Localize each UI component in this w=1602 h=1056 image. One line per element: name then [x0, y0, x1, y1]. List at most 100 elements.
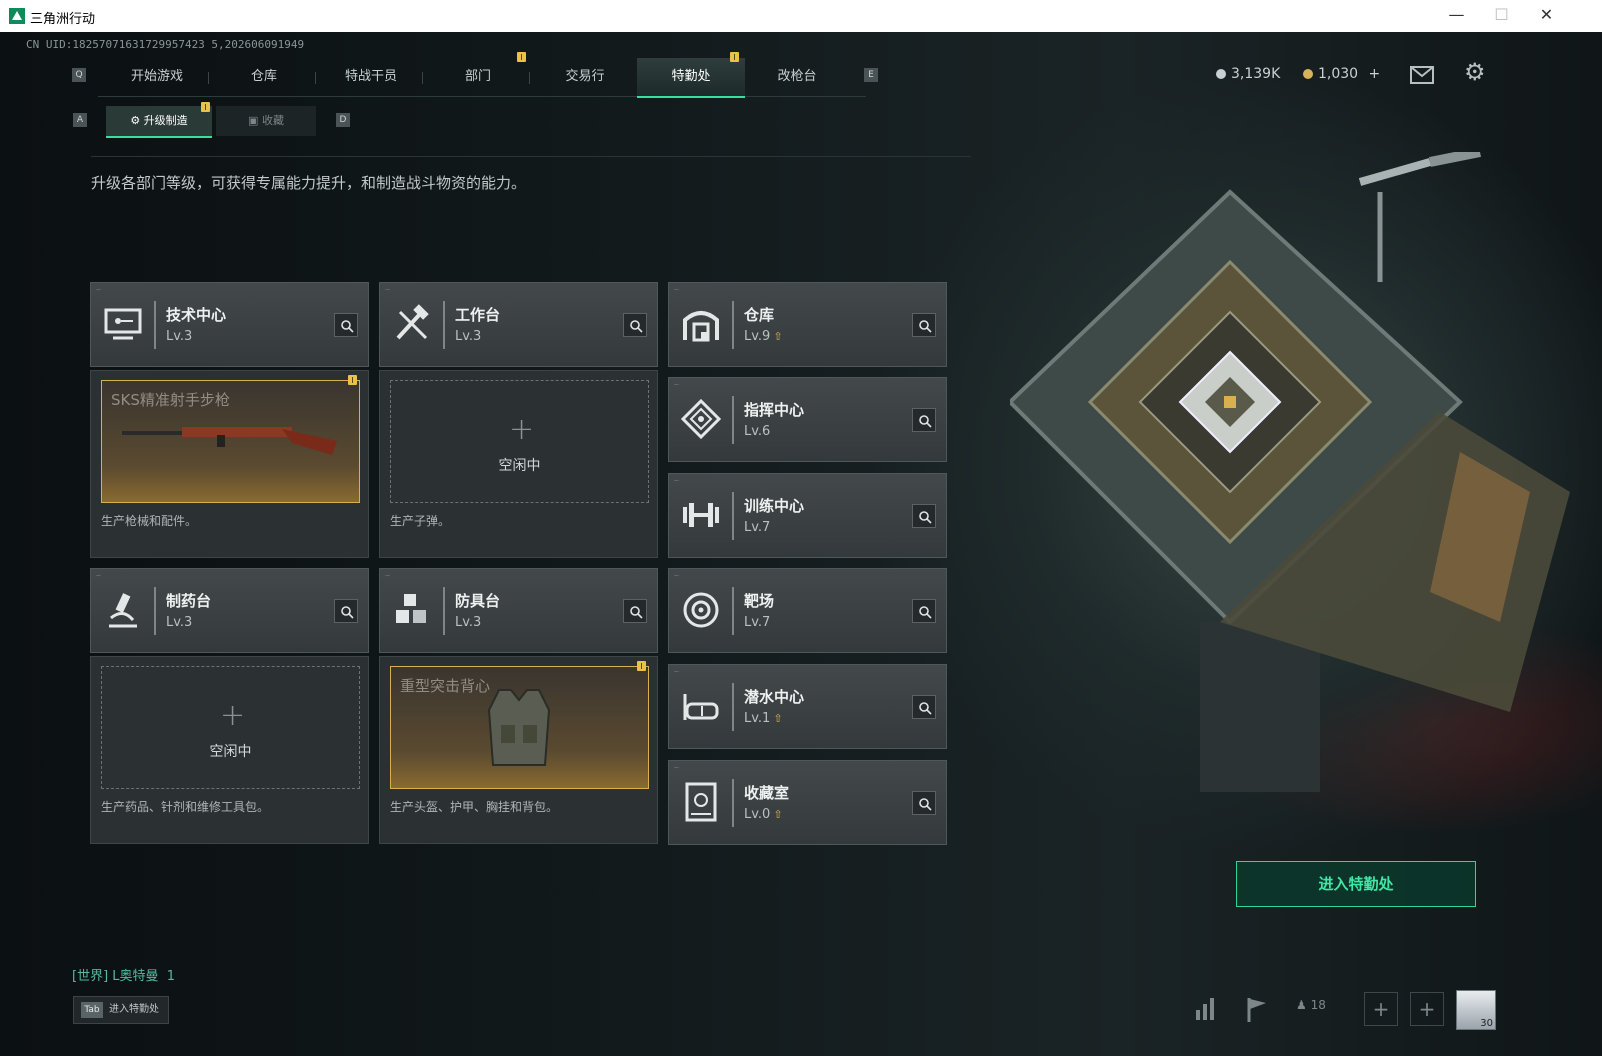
subtab-upgrade-craft[interactable]: ⚙ 升级制造 — [106, 106, 212, 138]
production-slot-busy[interactable]: 重型突击背心 — [390, 666, 649, 789]
search-button[interactable] — [623, 599, 647, 623]
tab-operators[interactable]: 特战干员 — [317, 58, 425, 96]
currency-display-1: 3,139K — [1216, 66, 1280, 82]
card-mini-label: — — [674, 478, 679, 484]
search-icon — [630, 606, 643, 619]
search-button[interactable] — [912, 504, 936, 528]
department-name: 训练中心 — [744, 497, 805, 515]
card-mini-label: — — [674, 382, 679, 388]
search-button[interactable] — [912, 408, 936, 432]
close-button[interactable]: ✕ — [1524, 0, 1569, 32]
search-button[interactable] — [912, 791, 936, 815]
department-name: 制药台 — [166, 592, 212, 610]
tab-trading[interactable]: 交易行 — [531, 58, 639, 96]
friends-button[interactable]: ♟ 18 — [1296, 998, 1326, 1012]
card-divider — [732, 396, 734, 444]
armor-boxes-icon — [396, 594, 426, 623]
stats-chart-icon[interactable] — [1188, 992, 1222, 1026]
production-slot-idle[interactable]: + 空闲中 — [390, 380, 649, 503]
tab-key-badge: Tab — [81, 1002, 103, 1018]
avatar[interactable]: 30 — [1456, 990, 1496, 1030]
idle-label: 空闲中 — [209, 744, 252, 760]
microscope-icon — [109, 593, 137, 628]
enter-hint[interactable]: Tab 进入特勤处 — [73, 996, 169, 1024]
search-icon — [341, 320, 354, 333]
department-level: Lv.1 ⇧ — [744, 711, 783, 726]
enter-special-ops-button[interactable]: 进入特勤处 — [1236, 861, 1476, 907]
upgrade-available-icon: ⇧ — [773, 330, 783, 343]
avatar-level: 30 — [1480, 1018, 1493, 1029]
nav-divider — [315, 72, 316, 84]
tab-gunsmith[interactable]: 改枪台 — [743, 58, 851, 96]
mail-icon[interactable] — [1410, 66, 1434, 84]
search-button[interactable] — [912, 695, 936, 719]
department-card-armor-bench[interactable]: — 防具台 Lv.3 — [379, 568, 658, 653]
department-notification-badge — [517, 52, 526, 62]
header-divider — [91, 156, 971, 157]
production-slot-busy[interactable]: SKS精准射手步枪 — [101, 380, 360, 503]
tab-special-ops[interactable]: 特勤处 — [637, 58, 745, 98]
department-level: Lv.3 — [166, 615, 192, 630]
department-name: 防具台 — [455, 592, 501, 610]
department-card-pharmacy[interactable]: — 制药台 Lv.3 — [90, 568, 369, 653]
search-button[interactable] — [912, 313, 936, 337]
tab-start-game[interactable]: 开始游戏 — [103, 58, 211, 96]
tab-warehouse[interactable]: 仓库 — [210, 58, 318, 96]
currency2-value: 1,030 — [1318, 66, 1359, 82]
department-level: Lv.0 ⇧ — [744, 807, 783, 822]
settings-gear-icon[interactable]: ⚙ — [1464, 58, 1486, 86]
department-card-training-center[interactable]: — 训练中心 Lv.7 — [668, 473, 947, 558]
department-name: 技术中心 — [166, 306, 227, 324]
subtab-collection[interactable]: ▣ 收藏 — [216, 106, 316, 136]
add-squad-slot-button[interactable]: + — [1410, 992, 1444, 1026]
department-card-warehouse[interactable]: — 仓库 Lv.9 ⇧ — [668, 282, 947, 367]
add-production-icon: + — [220, 698, 246, 733]
maximize-button[interactable]: ☐ — [1479, 0, 1524, 32]
department-level: Lv.6 — [744, 424, 770, 439]
search-button[interactable] — [912, 599, 936, 623]
upgrade-available-icon: ⇧ — [773, 712, 783, 725]
level-text: Lv.0 — [744, 807, 771, 822]
card-divider — [443, 587, 445, 635]
department-card-shooting-range[interactable]: — 靶场 Lv.7 — [668, 568, 947, 653]
production-panel-armor-bench: 重型突击背心 生产头盔、护甲、胸挂和背包。 — [379, 656, 658, 844]
minimize-button[interactable]: — — [1434, 0, 1479, 32]
department-card-diving-center[interactable]: — 潜水中心 Lv.1 ⇧ — [668, 664, 947, 749]
level-text: Lv.3 — [455, 329, 482, 344]
department-level: Lv.3 — [166, 329, 192, 344]
add-squad-slot-button[interactable]: + — [1364, 992, 1398, 1026]
department-level: Lv.3 — [455, 329, 481, 344]
chat-message: 1 — [166, 969, 175, 984]
chat-line: [世界] L奥特曼 1 — [72, 965, 175, 984]
department-card-collection-room[interactable]: — 收藏室 Lv.0 ⇧ — [668, 760, 947, 845]
friends-icon: ♟ — [1296, 998, 1307, 1012]
gold-coin-icon — [1303, 69, 1313, 79]
production-description: 生产药品、针剂和维修工具包。 — [101, 800, 270, 814]
monitor-icon — [104, 308, 142, 340]
game-viewport: CN UID:18257071631729957423 5,2026060919… — [0, 32, 1602, 1056]
search-button[interactable] — [334, 313, 358, 337]
search-button[interactable] — [334, 599, 358, 623]
tab-department[interactable]: 部门 — [424, 58, 532, 96]
dumbbell-icon — [683, 503, 719, 527]
nav-divider — [529, 72, 530, 84]
chat-user[interactable]: L奥特曼 — [112, 969, 158, 984]
chat-channel: [世界] — [72, 969, 109, 984]
add-currency-button[interactable]: + — [1369, 66, 1381, 82]
special-ops-cube-artwork — [1010, 152, 1570, 792]
subnav-key-right: D — [336, 113, 350, 127]
currency-display-2[interactable]: 1,030 + — [1303, 66, 1380, 82]
window-titlebar: 三角洲行动 — ☐ ✕ — [0, 0, 1602, 32]
production-panel-tech-center: SKS精准射手步枪 生产枪械和配件。 — [90, 370, 369, 558]
command-icon — [680, 398, 722, 440]
production-panel-workbench: + 空闲中 生产子弹。 — [379, 370, 658, 558]
heavy-assault-vest-icon — [487, 689, 551, 766]
department-card-command-center[interactable]: — 指挥中心 Lv.6 — [668, 377, 947, 462]
flag-icon[interactable] — [1240, 992, 1274, 1026]
department-card-workbench[interactable]: — 工作台 Lv.3 — [379, 282, 658, 367]
upgrade-notification-badge — [201, 102, 210, 112]
search-button[interactable] — [623, 313, 647, 337]
subnav-key-left: A — [73, 113, 87, 127]
department-card-tech-center[interactable]: — 技术中心 Lv.3 — [90, 282, 369, 367]
production-slot-idle[interactable]: + 空闲中 — [101, 666, 360, 789]
